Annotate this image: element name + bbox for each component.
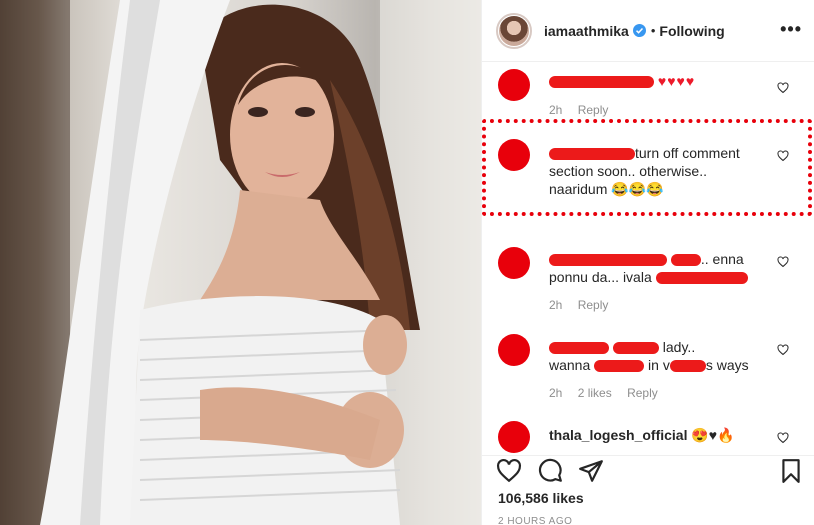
likes-count[interactable]: 106,586 likes	[498, 490, 584, 506]
redacted-username	[549, 342, 609, 355]
comment-time: 2h	[549, 103, 563, 117]
comment-line: .. enna	[700, 251, 744, 267]
comment-item: thala_logesh_official 😍♥🔥	[482, 419, 814, 455]
comment-text: .. enna ponnu da... ivala	[549, 250, 769, 286]
commenter-avatar[interactable]	[498, 247, 530, 279]
comment-line: in v	[648, 357, 670, 373]
post-action-bar	[482, 455, 814, 485]
commenter-avatar[interactable]	[498, 421, 530, 453]
comment-emojis: 😍♥🔥	[691, 427, 735, 443]
reply-link[interactable]: Reply	[578, 298, 609, 312]
profile-username[interactable]: iamaathmika	[544, 23, 629, 39]
commenter-avatar[interactable]	[498, 334, 530, 366]
avatar	[499, 15, 529, 46]
comments-list: ♥♥♥♥ 2h Reply turn off comment section s…	[482, 63, 814, 455]
redacted-username	[549, 254, 667, 267]
comment-time: 2h	[549, 298, 563, 312]
comment-item: ♥♥♥♥ 2h Reply	[482, 63, 814, 119]
comment-line: lady..	[662, 339, 696, 355]
comment-username[interactable]: thala_logesh_official	[549, 427, 687, 443]
comment-line: s ways	[705, 357, 749, 373]
redacted-word	[655, 272, 748, 285]
comment-text: turn off comment section soon.. otherwis…	[549, 144, 769, 198]
photo-illustration	[0, 0, 481, 525]
comment-line: naaridum 😂😂😂	[549, 181, 664, 197]
post-timestamp: 2 HOURS AGO	[498, 516, 573, 525]
following-button[interactable]: Following	[659, 23, 724, 39]
reply-link[interactable]: Reply	[627, 386, 658, 400]
profile-avatar[interactable]	[496, 12, 532, 49]
comment-likes-count[interactable]: 2 likes	[578, 386, 612, 400]
reply-link[interactable]: Reply	[578, 103, 609, 117]
comment-text: ♥♥♥♥	[549, 72, 769, 90]
verified-badge-icon	[632, 24, 646, 37]
redacted-word	[669, 360, 706, 373]
redacted-word	[670, 254, 701, 267]
comment-line: ponnu da... ivala	[549, 269, 652, 285]
comment-emojis: ♥♥♥♥	[657, 73, 696, 89]
comment-meta: 2h Reply	[549, 103, 620, 117]
comment-like-heart-icon[interactable]	[777, 150, 789, 162]
more-options-icon[interactable]: •••	[780, 20, 802, 38]
comment-like-heart-icon[interactable]	[777, 344, 789, 356]
bookmark-icon[interactable]	[778, 458, 804, 484]
comment-bubble-icon[interactable]	[537, 458, 563, 484]
post-photo	[0, 0, 481, 525]
comment-item-highlighted: turn off comment section soon.. otherwis…	[482, 133, 814, 213]
comment-item: .. enna ponnu da... ivala 2h Reply	[482, 243, 814, 323]
comment-line: wanna	[549, 357, 591, 373]
commenter-avatar[interactable]	[498, 139, 530, 171]
comment-time: 2h	[549, 386, 563, 400]
comment-meta: 2h 2 likes Reply	[549, 386, 670, 400]
comment-line: section soon.. otherwise..	[549, 163, 707, 179]
comment-like-heart-icon[interactable]	[777, 82, 789, 94]
comment-text: lady.. wanna in v s ways	[549, 338, 769, 374]
redacted-username	[549, 76, 654, 89]
comment-like-heart-icon[interactable]	[777, 256, 789, 268]
redacted-word	[594, 360, 645, 373]
comment-item: lady.. wanna in v s ways 2h 2 likes Reply	[482, 332, 814, 412]
post-panel: iamaathmika • Following ••• ♥♥♥♥ 2h Repl…	[481, 0, 814, 525]
comment-text: thala_logesh_official 😍♥🔥	[549, 426, 779, 444]
share-paper-plane-icon[interactable]	[578, 458, 604, 484]
separator-dot: •	[650, 23, 656, 38]
redacted-username	[549, 148, 635, 161]
comment-meta: 2h Reply	[549, 298, 620, 312]
commenter-avatar[interactable]	[498, 69, 530, 101]
post-header: iamaathmika • Following •••	[482, 0, 814, 62]
comment-like-heart-icon[interactable]	[777, 432, 789, 444]
redacted-word	[612, 342, 659, 355]
like-heart-icon[interactable]	[496, 458, 522, 484]
comment-line: turn off comment	[635, 145, 740, 161]
